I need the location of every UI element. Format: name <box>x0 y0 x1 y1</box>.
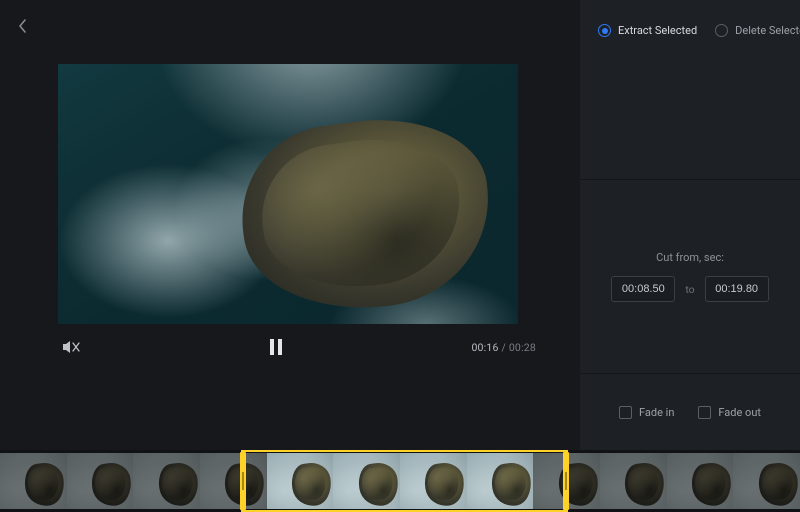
checkbox-icon <box>619 406 632 419</box>
right-sidebar: Extract Selected Delete Selected Cut fro… <box>580 0 800 450</box>
timeline-frame[interactable] <box>400 453 467 509</box>
fade-in-toggle[interactable]: Fade in <box>619 406 674 419</box>
cut-from-input[interactable] <box>611 276 675 302</box>
timeline-frame[interactable] <box>200 453 267 509</box>
cut-to-input[interactable] <box>705 276 769 302</box>
mute-toggle[interactable] <box>62 339 80 355</box>
playback-time: 00:16 / 00:28 <box>471 341 536 354</box>
top-area: 00:16 / 00:28 Extract Selected Delete Se… <box>0 0 800 450</box>
timeline-frame[interactable] <box>333 453 400 509</box>
radio-icon <box>598 24 611 37</box>
back-button[interactable] <box>18 18 30 34</box>
play-pause-button[interactable] <box>267 338 285 356</box>
selection-handle-right[interactable] <box>563 452 569 510</box>
mode-extract[interactable]: Extract Selected <box>598 24 697 37</box>
radio-icon <box>715 24 728 37</box>
checkbox-icon <box>698 406 711 419</box>
pause-bar-icon <box>270 339 274 355</box>
video-preview[interactable] <box>58 64 518 324</box>
timeline-frames <box>0 453 800 509</box>
timeline-frame[interactable] <box>467 453 534 509</box>
duration: 00:28 <box>509 341 536 354</box>
main-panel: 00:16 / 00:28 <box>0 0 580 450</box>
cut-panel: Cut from, sec: to <box>580 180 800 374</box>
timeline-frame[interactable] <box>267 453 334 509</box>
mode-panel: Extract Selected Delete Selected <box>580 0 800 180</box>
timeline-frame[interactable] <box>133 453 200 509</box>
mode-extract-label: Extract Selected <box>618 24 697 37</box>
fade-panel: Fade in Fade out <box>580 374 800 450</box>
cut-label: Cut from, sec: <box>598 251 782 264</box>
mode-delete-label: Delete Selected <box>735 24 800 37</box>
timeline-frame[interactable] <box>0 453 67 509</box>
app: 00:16 / 00:28 Extract Selected Delete Se… <box>0 0 800 512</box>
timeline-frame[interactable] <box>600 453 667 509</box>
time-separator: / <box>499 341 509 354</box>
player-controls: 00:16 / 00:28 <box>18 324 580 356</box>
mode-radio-group: Extract Selected Delete Selected <box>598 24 782 37</box>
timeline-frame[interactable] <box>67 453 134 509</box>
selection-handle-left[interactable] <box>240 452 246 510</box>
mode-delete[interactable]: Delete Selected <box>715 24 800 37</box>
fade-in-label: Fade in <box>639 406 674 419</box>
pause-bar-icon <box>278 339 282 355</box>
cut-inputs: to <box>598 276 782 302</box>
fade-out-label: Fade out <box>718 406 761 419</box>
cut-to-word: to <box>685 283 694 296</box>
preview-wrapper <box>58 64 540 324</box>
timeline-frame[interactable] <box>667 453 734 509</box>
timeline-frame[interactable] <box>733 453 800 509</box>
current-time: 00:16 <box>471 341 498 354</box>
timeline[interactable] <box>0 450 800 512</box>
fade-out-toggle[interactable]: Fade out <box>698 406 761 419</box>
